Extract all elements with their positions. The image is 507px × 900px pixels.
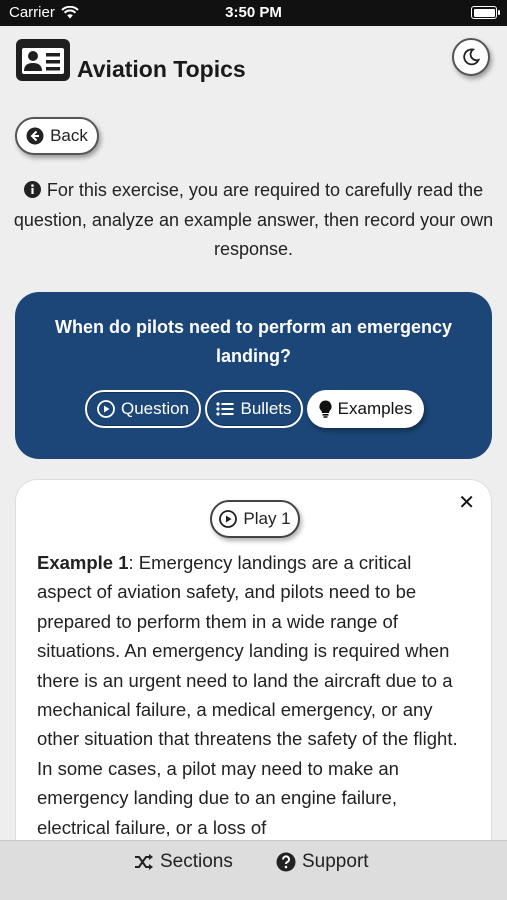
id-card-icon	[16, 39, 70, 81]
lightbulb-icon	[319, 400, 332, 418]
question-card: When do pilots need to perform an emerge…	[15, 292, 492, 459]
shuffle-icon	[135, 854, 153, 870]
page-title: Aviation Topics	[77, 56, 246, 82]
example-body: : Emergency landings are a critical aspe…	[37, 552, 458, 838]
example-card: ✕ Play 1 Example 1: Emergency landings a…	[15, 479, 492, 899]
battery-icon	[471, 6, 500, 19]
tab-examples-label: Examples	[337, 399, 413, 418]
back-button-label: Back	[50, 126, 88, 145]
instructions: For this exercise, you are required to c…	[10, 176, 497, 265]
tab-sections-label: Sections	[160, 851, 233, 872]
tab-support[interactable]: Support	[276, 851, 369, 873]
example-heading: Example 1	[37, 552, 129, 573]
status-time: 3:50 PM	[225, 4, 282, 21]
tab-bullets-label: Bullets	[240, 399, 292, 418]
tab-examples[interactable]: Examples	[307, 390, 424, 428]
play-circle-icon	[97, 400, 115, 418]
bottom-tab-bar: Sections Support	[0, 840, 507, 900]
example-text: Example 1: Emergency landings are a crit…	[37, 548, 469, 842]
theme-toggle-button[interactable]	[452, 38, 490, 76]
back-button[interactable]: Back	[15, 117, 99, 155]
moon-icon	[463, 48, 480, 66]
instructions-text: For this exercise, you are required to c…	[13, 180, 494, 259]
tab-support-label: Support	[302, 851, 369, 872]
close-icon[interactable]: ✕	[458, 490, 475, 515]
play-example-button[interactable]: Play 1	[210, 500, 300, 538]
play-example-label: Play 1	[243, 509, 291, 528]
play-circle-icon	[219, 510, 238, 528]
question-circle-icon	[276, 852, 296, 872]
header: Aviation Topics	[15, 38, 492, 88]
list-icon	[216, 402, 234, 416]
tab-sections[interactable]: Sections	[134, 851, 233, 873]
info-circle-icon	[23, 181, 41, 198]
tab-question-label: Question	[120, 399, 190, 418]
tab-bullets[interactable]: Bullets	[205, 390, 303, 428]
arrow-left-circle-icon	[26, 127, 44, 145]
tab-question[interactable]: Question	[85, 390, 201, 428]
question-text: When do pilots need to perform an emerge…	[54, 317, 453, 366]
status-bar: Carrier 3:50 PM	[0, 0, 507, 26]
